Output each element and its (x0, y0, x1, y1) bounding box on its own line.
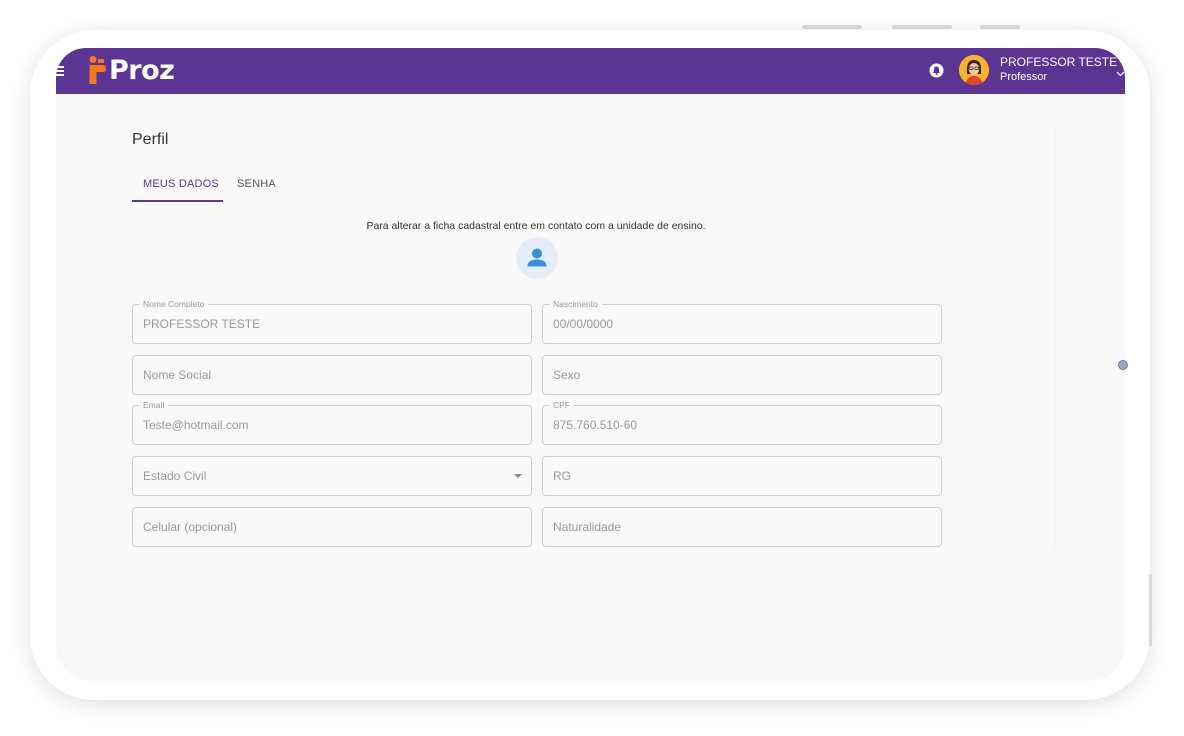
field-value: PROFESSOR TESTE (143, 317, 261, 331)
field-placeholder: Estado Civil (143, 469, 207, 483)
user-name: PROFESSOR TESTE (1000, 55, 1118, 69)
nome-social-field[interactable]: Nome Social (132, 355, 532, 395)
cpf-field[interactable]: CPF 875.760.510-60 (542, 400, 942, 445)
field-label: Email (139, 400, 169, 410)
field-label: Nascimento (549, 299, 602, 309)
tab-meus-dados[interactable]: MEUS DADOS (143, 178, 219, 190)
field-placeholder: Sexo (553, 368, 581, 382)
menu-icon[interactable] (56, 66, 64, 76)
bell-icon[interactable] (929, 63, 944, 78)
decorative-bar (892, 25, 952, 29)
nome-completo-field[interactable]: Nome Completo PROFESSOR TESTE (132, 299, 532, 344)
celular-field[interactable]: Celular (opcional) (132, 507, 532, 547)
field-placeholder: Celular (opcional) (143, 520, 238, 534)
nascimento-field[interactable]: Nascimento 00/00/0000 (542, 299, 942, 344)
field-value: 00/00/0000 (553, 317, 614, 331)
notice-text: Para alterar a ficha cadastral entre em … (366, 220, 706, 232)
user-role: Professor (1000, 71, 1048, 83)
brand-name: Proz (109, 54, 175, 86)
app-screen: Proz PROFESSOR TESTE Professor Perfil ME… (56, 48, 1125, 681)
field-placeholder: Nome Social (143, 368, 212, 382)
field-label: CPF (549, 400, 574, 410)
rg-field[interactable]: RG (542, 456, 942, 496)
side-scrollbar (1149, 574, 1152, 646)
field-value: Teste@hotmail.com (143, 418, 249, 432)
avatar[interactable] (959, 55, 989, 85)
user-icon (527, 248, 547, 267)
decorative-bar (802, 25, 862, 29)
field-placeholder: Naturalidade (553, 520, 622, 534)
naturalidade-field[interactable]: Naturalidade (542, 507, 942, 547)
profile-photo-button[interactable] (516, 237, 558, 279)
email-field[interactable]: Email Teste@hotmail.com (132, 400, 532, 445)
sexo-field[interactable]: Sexo (542, 355, 942, 395)
proz-logo-icon (88, 56, 106, 84)
logo[interactable]: Proz (88, 54, 175, 86)
active-tab-indicator (132, 200, 223, 202)
estado-civil-select[interactable]: Estado Civil (132, 456, 532, 496)
field-placeholder: RG (553, 469, 571, 483)
field-label: Nome Completo (139, 299, 209, 309)
tab-senha[interactable]: SENHA (237, 178, 276, 190)
top-bar: Proz PROFESSOR TESTE Professor (56, 48, 1125, 94)
chevron-down-icon[interactable] (1116, 65, 1125, 77)
dropdown-arrow-icon (514, 474, 522, 478)
field-value: 875.760.510-60 (553, 418, 638, 432)
page-title: Perfil (132, 131, 169, 148)
scroll-indicator[interactable] (1118, 360, 1128, 370)
content-divider (1054, 126, 1055, 550)
decorative-bar (980, 25, 1020, 29)
